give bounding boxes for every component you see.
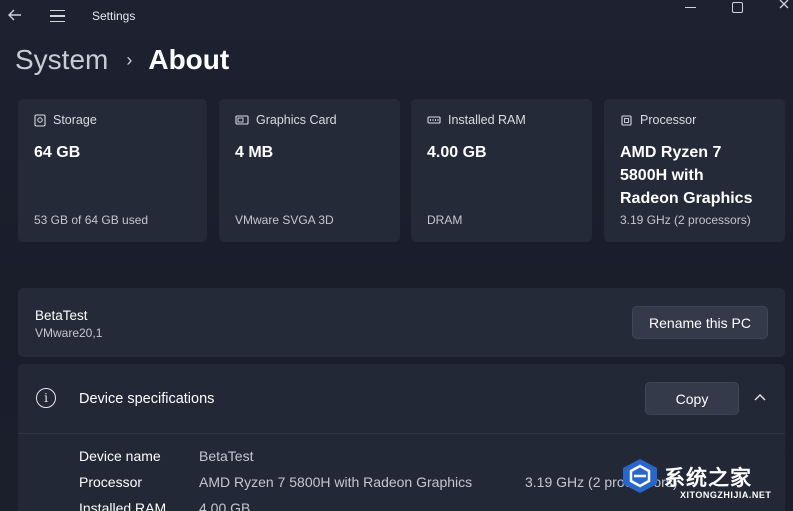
watermark-logo-icon: [623, 459, 657, 493]
pc-name-panel: BetaTest VMware20,1 Rename this PC: [18, 288, 785, 357]
processor-sub: 3.19 GHz (2 processors): [620, 213, 751, 227]
breadcrumb-system[interactable]: System: [15, 44, 108, 76]
processor-value-line: Radeon Graphics: [620, 190, 753, 207]
watermark: 系统之家 XITONGZHIJIA.NET: [606, 448, 793, 511]
graphics-card-icon: [235, 114, 249, 125]
info-icon: i: [36, 388, 56, 408]
spec-label: Installed RAM: [79, 500, 167, 511]
watermark-subtext: XITONGZHIJIA.NET: [680, 490, 772, 500]
storage-icon: [34, 113, 46, 127]
ram-label: Installed RAM: [448, 113, 526, 127]
chevron-up-icon[interactable]: [752, 390, 768, 406]
processor-icon: [621, 114, 632, 126]
page-title: About: [148, 44, 230, 75]
rename-pc-button[interactable]: Rename this PC: [632, 306, 768, 339]
copy-button[interactable]: Copy: [645, 382, 739, 415]
pc-name: BetaTest: [35, 308, 88, 323]
pc-model: VMware20,1: [35, 326, 103, 340]
spec-value: AMD Ryzen 7 5800H with Radeon Graphics: [199, 474, 473, 490]
storage-label: Storage: [53, 113, 97, 127]
close-icon[interactable]: [776, 0, 793, 16]
processor-value-line: AMD Ryzen 7: [620, 144, 722, 161]
graphics-card-value: 4 MB: [235, 144, 274, 161]
processor-value-line: 5800H with: [620, 167, 704, 184]
breadcrumb-separator: ›: [126, 49, 133, 70]
spec-value: 4.00 GB: [199, 500, 251, 511]
device-specifications-header[interactable]: i Device specifications Copy: [18, 364, 785, 434]
window-title: Settings: [92, 9, 136, 23]
minimize-icon[interactable]: [680, 0, 702, 14]
storage-sub: 53 GB of 64 GB used: [34, 213, 149, 227]
spec-value: BetaTest: [199, 448, 254, 464]
ram-icon: [427, 116, 441, 124]
graphics-card-sub: VMware SVGA 3D: [235, 213, 334, 227]
storage-card[interactable]: Storage 64 GB 53 GB of 64 GB used: [18, 99, 207, 242]
spec-label: Device name: [79, 448, 161, 464]
maximize-icon[interactable]: [732, 2, 743, 13]
processor-value: AMD Ryzen 7 5800H with Radeon Graphics: [620, 141, 769, 210]
graphics-card-card[interactable]: Graphics Card 4 MB VMware SVGA 3D: [219, 99, 400, 242]
ram-card[interactable]: Installed RAM 4.00 GB DRAM: [411, 99, 592, 242]
spec-label: Processor: [79, 474, 143, 490]
processor-card[interactable]: Processor AMD Ryzen 7 5800H with Radeon …: [604, 99, 785, 242]
processor-label: Processor: [640, 113, 697, 127]
device-specifications-title: Device specifications: [79, 391, 215, 407]
watermark-text: 系统之家: [664, 466, 752, 490]
hamburger-menu-icon[interactable]: [46, 6, 68, 26]
ram-value: 4.00 GB: [427, 144, 487, 161]
ram-sub: DRAM: [427, 213, 463, 227]
graphics-card-label: Graphics Card: [256, 113, 337, 127]
storage-value: 64 GB: [34, 144, 81, 161]
title-bar: Settings: [0, 0, 793, 34]
back-arrow-icon[interactable]: [4, 4, 26, 26]
breadcrumb: System › About: [15, 40, 229, 80]
